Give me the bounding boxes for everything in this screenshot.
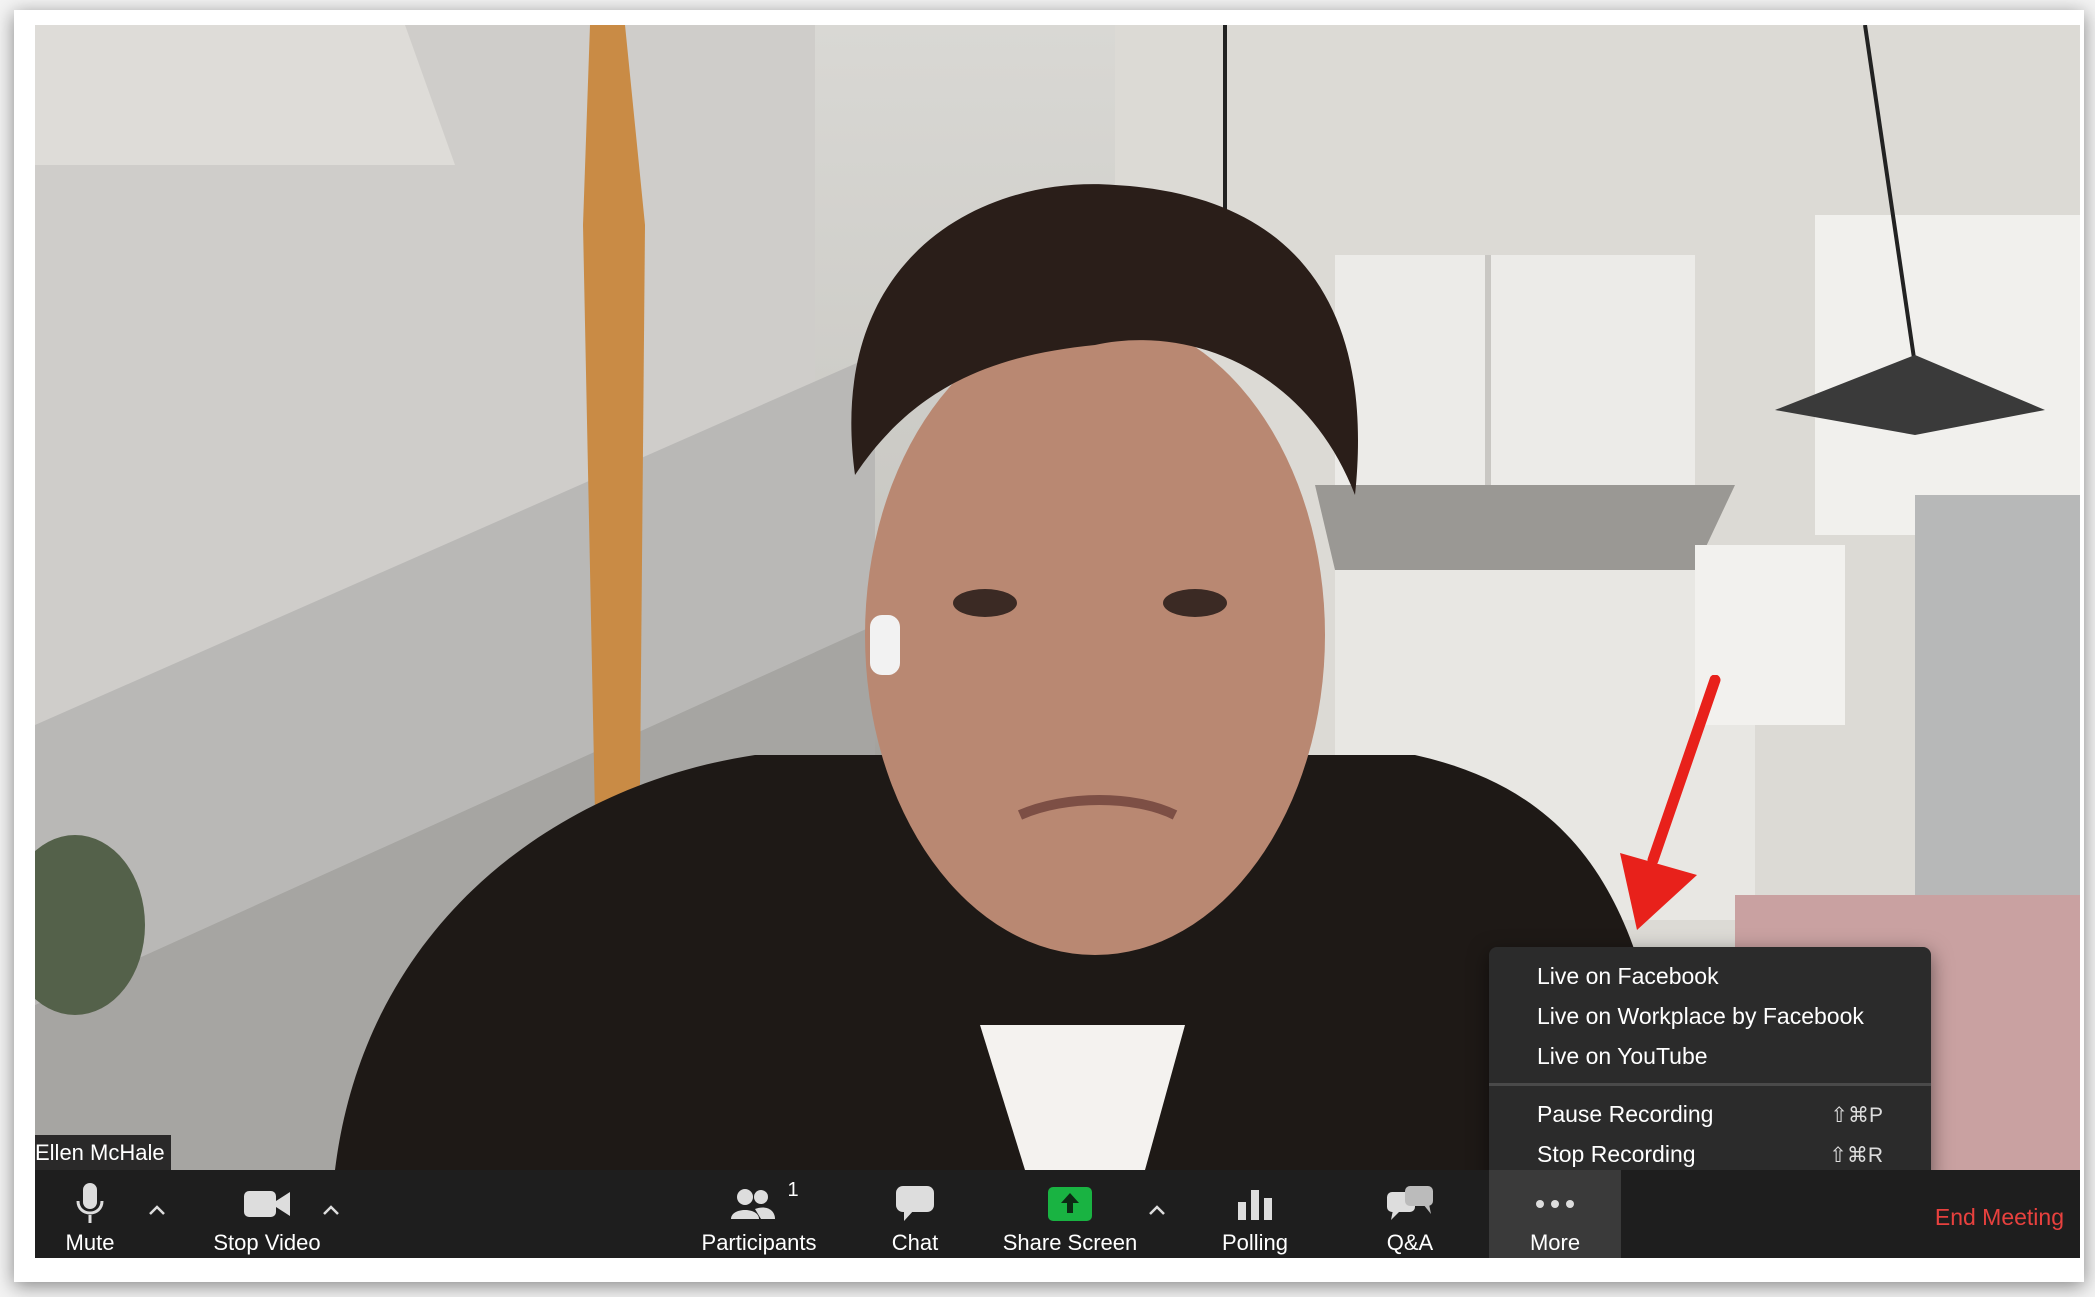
share-screen-icon	[1048, 1182, 1092, 1226]
ellipsis-icon	[1535, 1182, 1575, 1226]
menu-item-live-facebook[interactable]: Live on Facebook	[1537, 963, 1719, 990]
stop-video-label: Stop Video	[213, 1230, 321, 1255]
qa-button[interactable]: Q&A	[1365, 1170, 1455, 1258]
pause-recording-shortcut: ⇧⌘P	[1830, 1104, 1883, 1127]
annotation-arrow	[1620, 675, 1721, 930]
participants-count-badge: 1	[787, 1178, 799, 1201]
chat-label: Chat	[891, 1230, 939, 1255]
more-label: More	[1529, 1230, 1581, 1255]
more-button[interactable]: More	[1489, 1170, 1621, 1258]
qa-bubbles-icon	[1387, 1182, 1433, 1226]
video-camera-icon	[244, 1182, 290, 1226]
caret-up-icon[interactable]	[1147, 1200, 1167, 1220]
zoom-meeting-window: Ellen McHale Live on Facebook Live on Wo…	[35, 25, 2080, 1258]
stop-recording-shortcut: ⇧⌘R	[1829, 1144, 1883, 1167]
meeting-toolbar: Mute Stop Video 1 Participants Chat Shar…	[35, 1170, 2080, 1258]
participant-name-tag: Ellen McHale	[35, 1135, 171, 1170]
microphone-icon	[75, 1182, 105, 1226]
caret-up-icon[interactable]	[321, 1200, 341, 1220]
end-meeting-button[interactable]: End Meeting	[1935, 1204, 2064, 1231]
chat-button[interactable]: Chat	[865, 1170, 965, 1258]
bar-chart-icon	[1238, 1182, 1272, 1226]
participants-button[interactable]: 1 Participants	[671, 1170, 847, 1258]
menu-divider	[1489, 1083, 1931, 1086]
participant-name: Ellen McHale	[35, 1140, 165, 1165]
mute-label: Mute	[65, 1230, 115, 1255]
share-screen-label: Share Screen	[1002, 1230, 1138, 1255]
chat-bubble-icon	[896, 1182, 934, 1226]
share-screen-button[interactable]: Share Screen	[985, 1170, 1155, 1258]
participants-label: Participants	[701, 1230, 817, 1255]
menu-item-live-youtube[interactable]: Live on YouTube	[1537, 1043, 1708, 1070]
menu-item-stop-recording[interactable]: Stop Recording	[1537, 1141, 1696, 1168]
menu-item-pause-recording[interactable]: Pause Recording	[1537, 1101, 1713, 1128]
menu-item-live-workplace[interactable]: Live on Workplace by Facebook	[1537, 1003, 1864, 1030]
caret-up-icon[interactable]	[147, 1200, 167, 1220]
participants-icon: 1	[729, 1179, 799, 1226]
mute-button[interactable]: Mute	[49, 1170, 131, 1258]
polling-button[interactable]: Polling	[1205, 1170, 1305, 1258]
polling-label: Polling	[1221, 1230, 1289, 1255]
qa-label: Q&A	[1386, 1230, 1434, 1255]
more-menu-popup: Live on Facebook Live on Workplace by Fa…	[1489, 947, 1931, 1184]
